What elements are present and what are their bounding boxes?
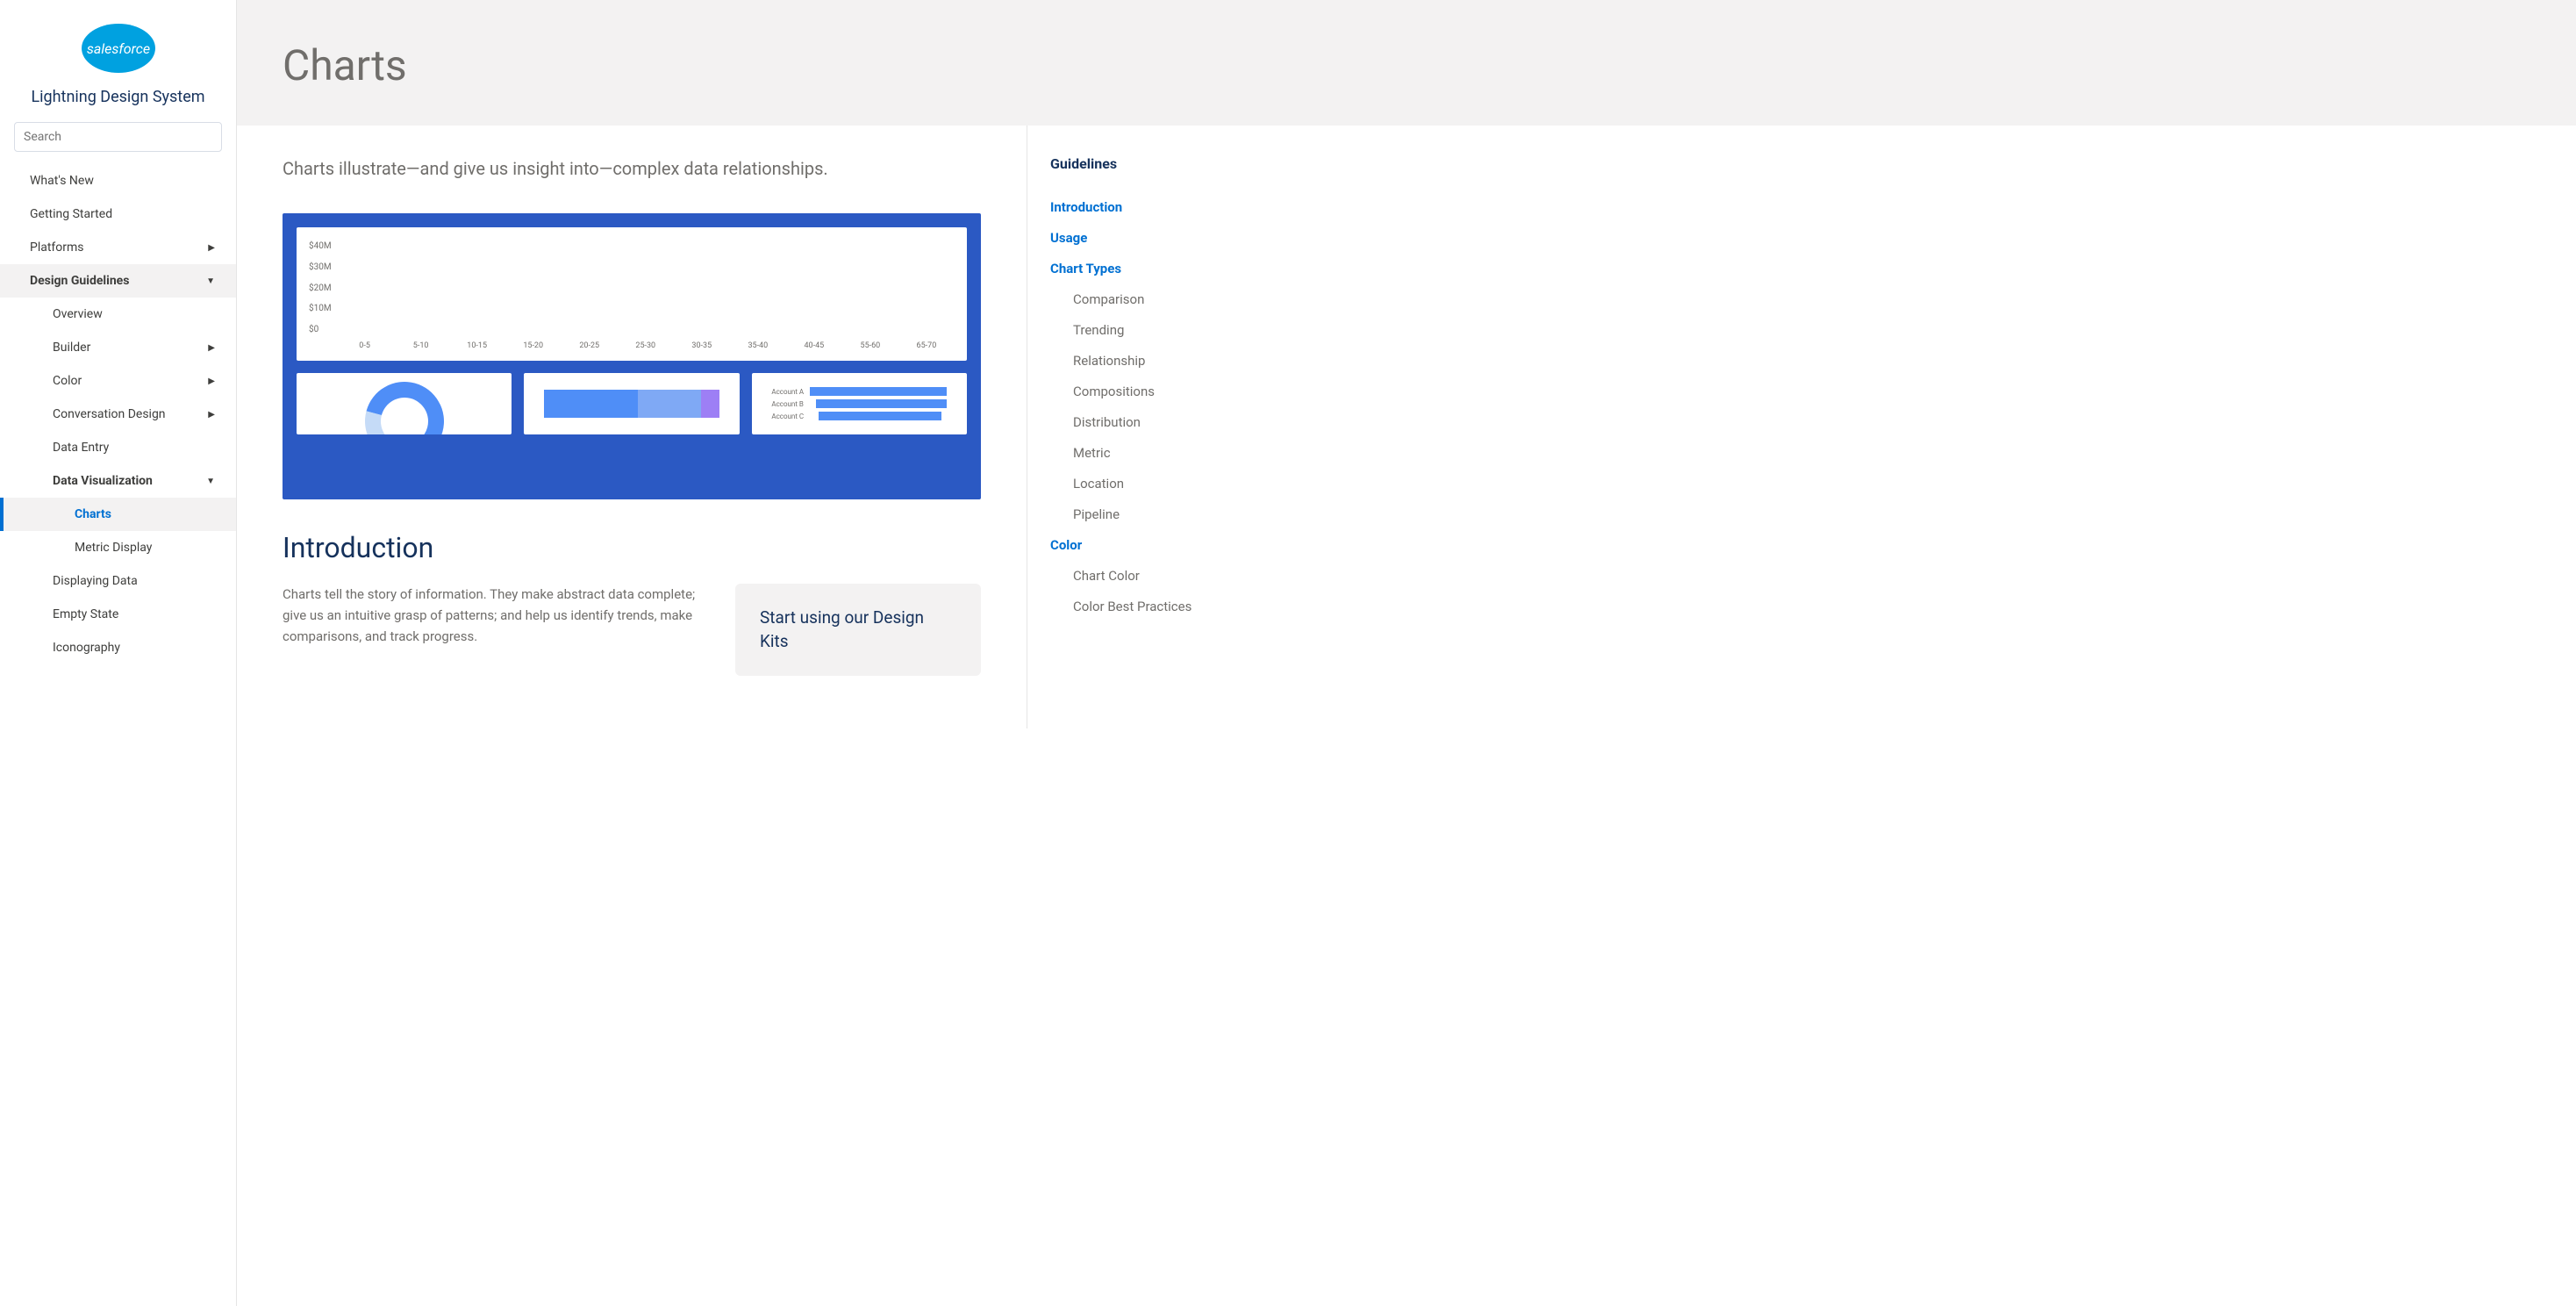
toc-introduction[interactable]: Introduction <box>1050 199 1122 215</box>
chevron-right-icon: ▶ <box>208 243 215 253</box>
salesforce-logo-icon: salesforce <box>75 18 162 79</box>
toc-color[interactable]: Color <box>1050 537 1082 553</box>
nav-conversation-design[interactable]: Conversation Design▶ <box>0 398 236 431</box>
content: Charts illustrate—and give us insight in… <box>237 126 1027 728</box>
nav-whats-new[interactable]: What's New <box>0 164 236 197</box>
nav-data-entry[interactable]: Data Entry <box>0 431 236 464</box>
section-introduction-heading: Introduction <box>283 531 981 564</box>
toc-chart-types[interactable]: Chart Types <box>1050 261 1121 276</box>
illus-bar-chart: $40M$30M$20M$10M$0 0-55-1010-1515-2020-2… <box>297 227 967 361</box>
toc-trending[interactable]: Trending <box>1073 322 1124 338</box>
nav-charts[interactable]: Charts <box>0 498 236 531</box>
table-of-contents: Guidelines Introduction Usage Chart Type… <box>1027 126 1328 728</box>
nav-metric-display[interactable]: Metric Display <box>0 531 236 564</box>
intro-paragraph: Charts tell the story of information. Th… <box>283 584 714 647</box>
chevron-right-icon: ▶ <box>208 410 215 420</box>
toc-chart-color[interactable]: Chart Color <box>1073 568 1140 584</box>
nav-displaying-data[interactable]: Displaying Data <box>0 564 236 598</box>
page-lead: Charts illustrate—and give us insight in… <box>283 155 981 182</box>
toc-location[interactable]: Location <box>1073 476 1124 492</box>
nav-getting-started[interactable]: Getting Started <box>0 197 236 231</box>
chevron-down-icon: ▼ <box>206 477 215 486</box>
stack-icon <box>544 390 719 418</box>
toc-comparison[interactable]: Comparison <box>1073 291 1144 307</box>
brand-subtitle: Lightning Design System <box>14 88 222 106</box>
nav-builder[interactable]: Builder▶ <box>0 331 236 364</box>
primary-nav: What's New Getting Started Platforms▶ De… <box>0 164 236 664</box>
nav-platforms[interactable]: Platforms▶ <box>0 231 236 264</box>
toc-distribution[interactable]: Distribution <box>1073 414 1141 430</box>
toc-pipeline[interactable]: Pipeline <box>1073 506 1120 522</box>
page-header: Charts <box>237 0 2576 126</box>
illus-stacked-chart <box>524 373 739 434</box>
toc-heading: Guidelines <box>1050 155 1306 172</box>
illus-donut-chart <box>297 373 512 434</box>
nav-color[interactable]: Color▶ <box>0 364 236 398</box>
chevron-right-icon: ▶ <box>208 377 215 386</box>
main: Charts Charts illustrate—and give us ins… <box>237 0 2576 1306</box>
donut-icon <box>350 373 458 434</box>
svg-text:salesforce: salesforce <box>86 40 149 57</box>
search-wrap <box>0 122 236 164</box>
nav-iconography[interactable]: Iconography <box>0 631 236 664</box>
toc-relationship[interactable]: Relationship <box>1073 353 1145 369</box>
illus-bars: 0-55-1010-1515-2020-2525-3030-3535-4040-… <box>337 238 955 350</box>
toc-color-best[interactable]: Color Best Practices <box>1073 599 1191 614</box>
brand-block: salesforce Lightning Design System <box>0 18 236 122</box>
cta-text: Start using our Design Kits <box>760 606 956 653</box>
search-input[interactable] <box>14 122 222 152</box>
nav-design-guidelines[interactable]: Design Guidelines▼ <box>0 264 236 298</box>
toc-usage[interactable]: Usage <box>1050 230 1087 246</box>
nav-data-visualization[interactable]: Data Visualization▼ <box>0 464 236 498</box>
toc-metric[interactable]: Metric <box>1073 445 1111 461</box>
chevron-right-icon: ▶ <box>208 343 215 353</box>
nav-overview[interactable]: Overview <box>0 298 236 331</box>
page-title: Charts <box>283 40 2530 90</box>
chevron-down-icon: ▼ <box>206 276 215 286</box>
illus-y-axis: $40M$30M$20M$10M$0 <box>309 238 337 350</box>
toc-compositions[interactable]: Compositions <box>1073 384 1155 399</box>
nav-empty-state[interactable]: Empty State <box>0 598 236 631</box>
sidebar: salesforce Lightning Design System What'… <box>0 0 237 1306</box>
charts-hero-illustration: $40M$30M$20M$10M$0 0-55-1010-1515-2020-2… <box>283 213 981 499</box>
cta-design-kits[interactable]: Start using our Design Kits <box>735 584 981 676</box>
illus-hbar-chart: Account AAccount BAccount C <box>752 373 967 434</box>
